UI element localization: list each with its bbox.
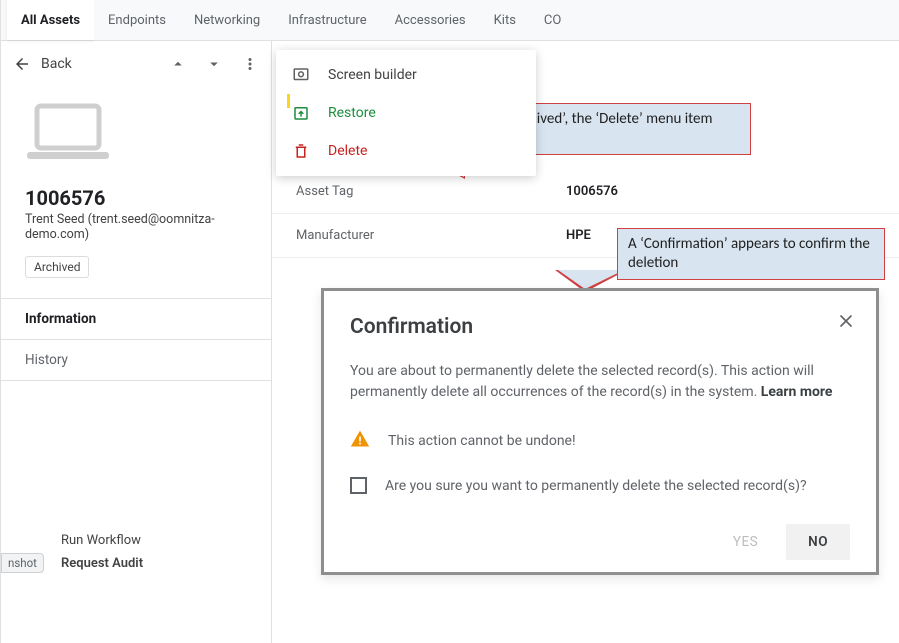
overflow-menu: Screen builder Restore Delete bbox=[276, 50, 536, 176]
overlay-chip: nshot bbox=[1, 553, 44, 573]
sidebar-item-history[interactable]: History bbox=[1, 340, 271, 381]
close-icon[interactable] bbox=[836, 311, 856, 335]
status-badge-row: Archived bbox=[1, 256, 271, 278]
app-root: All Assets Endpoints Networking Infrastr… bbox=[0, 0, 899, 643]
chevron-up-icon[interactable] bbox=[169, 55, 187, 73]
menu-restore[interactable]: Restore bbox=[276, 94, 536, 132]
detail-toolbar: Back bbox=[1, 40, 271, 88]
tab-accessories[interactable]: Accessories bbox=[381, 0, 480, 40]
dialog-checkbox-label: Are you sure you want to permanently del… bbox=[385, 478, 807, 494]
dialog-warning-text: This action cannot be undone! bbox=[388, 433, 576, 449]
confirm-checkbox[interactable] bbox=[350, 477, 367, 494]
label-manufacturer: Manufacturer bbox=[296, 228, 566, 243]
dialog-actions: YES NO bbox=[350, 524, 850, 560]
dialog-body: You are about to permanently delete the … bbox=[350, 361, 850, 403]
chevron-down-icon[interactable] bbox=[205, 55, 223, 73]
toolbar-icons bbox=[169, 55, 259, 73]
status-badge: Archived bbox=[25, 256, 89, 278]
menu-delete-label: Delete bbox=[328, 143, 367, 159]
tab-endpoints[interactable]: Endpoints bbox=[94, 0, 180, 40]
tab-co[interactable]: CO bbox=[530, 0, 575, 40]
value-asset-tag: 1006576 bbox=[566, 184, 618, 199]
top-tabs: All Assets Endpoints Networking Infrastr… bbox=[1, 0, 899, 41]
arrow-left-icon bbox=[13, 55, 31, 73]
sidebar-item-information[interactable]: Information bbox=[1, 299, 271, 340]
menu-screen-builder[interactable]: Screen builder bbox=[276, 56, 536, 94]
tab-kits[interactable]: Kits bbox=[480, 0, 530, 40]
menu-restore-label: Restore bbox=[328, 105, 376, 121]
warning-icon bbox=[350, 429, 370, 453]
more-vertical-icon[interactable] bbox=[241, 55, 259, 73]
asset-user: Trent Seed (trent.seed@oomnitza-demo.com… bbox=[1, 212, 271, 256]
annotation-pointer-fill bbox=[558, 270, 624, 289]
dialog-body-text: You are about to permanently delete the … bbox=[350, 363, 814, 400]
dialog-confirm-row: Are you sure you want to permanently del… bbox=[350, 477, 850, 494]
confirmation-dialog: Confirmation You are about to permanentl… bbox=[321, 288, 879, 575]
tab-infrastructure[interactable]: Infrastructure bbox=[274, 0, 380, 40]
yes-button[interactable]: YES bbox=[715, 524, 776, 560]
dialog-warning-row: This action cannot be undone! bbox=[350, 429, 850, 453]
dialog-title: Confirmation bbox=[350, 315, 850, 339]
menu-screen-builder-label: Screen builder bbox=[328, 67, 417, 83]
sidebar: Back bbox=[1, 40, 272, 643]
annotation-confirmation: A ‘Confirmation’ appears to confirm the … bbox=[617, 228, 885, 280]
back-button[interactable]: Back bbox=[13, 55, 72, 73]
restore-icon bbox=[292, 104, 310, 122]
trash-icon bbox=[292, 142, 310, 160]
value-manufacturer: HPE bbox=[566, 228, 591, 243]
row-asset-tag: Asset Tag 1006576 bbox=[272, 170, 899, 214]
run-workflow-link[interactable]: Run Workflow bbox=[1, 529, 271, 552]
tab-all-assets[interactable]: All Assets bbox=[7, 0, 94, 40]
screen-builder-icon bbox=[292, 66, 310, 84]
asset-id: 1006576 bbox=[1, 178, 271, 212]
asset-illustration bbox=[1, 88, 271, 178]
back-label: Back bbox=[41, 56, 72, 72]
no-button[interactable]: NO bbox=[786, 524, 850, 560]
label-asset-tag: Asset Tag bbox=[296, 184, 566, 199]
menu-delete[interactable]: Delete bbox=[276, 132, 536, 170]
tab-networking[interactable]: Networking bbox=[180, 0, 274, 40]
learn-more-link[interactable]: Learn more bbox=[761, 384, 833, 400]
